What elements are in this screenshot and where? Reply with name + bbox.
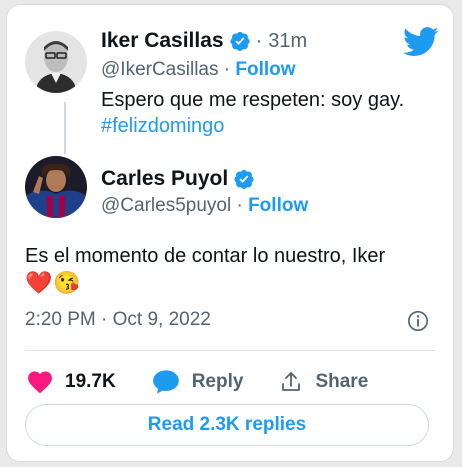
divider [25,350,435,351]
tweet1-header: Iker Casillas · 31m [101,29,307,53]
tweet2-header: Carles Puyol [101,167,254,191]
heart-icon [28,371,52,394]
thread-connector-line [64,102,66,154]
tweet1-follow-button[interactable]: Follow [235,59,295,80]
separator-dot: · [236,195,249,216]
tweet2-text: Es el momento de contar lo nuestro, Iker [25,245,386,267]
tweet1-handle[interactable]: @IkerCasillas [101,59,218,80]
like-count: 19.7K [65,371,116,392]
reply-bubble-icon [152,370,179,394]
twitter-bird-icon[interactable] [403,27,439,57]
separator-dot: · [223,59,236,80]
avatar-iker-casillas[interactable] [25,31,87,93]
tweet1-hashtag[interactable]: #felizdomingo [101,113,224,139]
tweet1-handle-row: @IkerCasillas · Follow [101,59,296,81]
embedded-tweet-card: Iker Casillas · 31m @IkerCasillas · Foll… [6,4,454,462]
info-icon[interactable] [407,310,429,332]
tweet-timestamp[interactable]: 2:20 PM · Oct 9, 2022 [25,309,211,331]
read-replies-button[interactable]: Read 2.3K replies [25,404,429,446]
tweet2-follow-button[interactable]: Follow [248,195,308,216]
share-label: Share [315,371,369,392]
tweet-actions: 19.7K Reply Share [27,365,404,399]
share-icon [282,372,301,391]
verified-badge-icon [234,169,254,189]
red-heart-emoji: ❤️ [25,270,53,295]
separator-dot: · [255,29,263,52]
like-button[interactable]: 19.7K [27,370,116,394]
avatar-carles-puyol[interactable] [25,156,87,218]
tweet2-handle[interactable]: @Carles5puyol [101,195,231,216]
face-blowing-kiss-emoji: 😘 [53,270,81,295]
reply-label: Reply [191,371,244,392]
tweet1-text: Espero que me respeten: soy gay. [101,89,405,111]
share-button[interactable]: Share [279,369,368,395]
tweet1-time[interactable]: 31m [268,30,307,53]
tweet2-author-name[interactable]: Carles Puyol [101,167,228,191]
tweet1-author-name[interactable]: Iker Casillas [101,29,224,53]
reply-button[interactable]: Reply [152,369,244,395]
tweet2-handle-row: @Carles5puyol · Follow [101,195,308,217]
verified-badge-icon [230,31,250,51]
